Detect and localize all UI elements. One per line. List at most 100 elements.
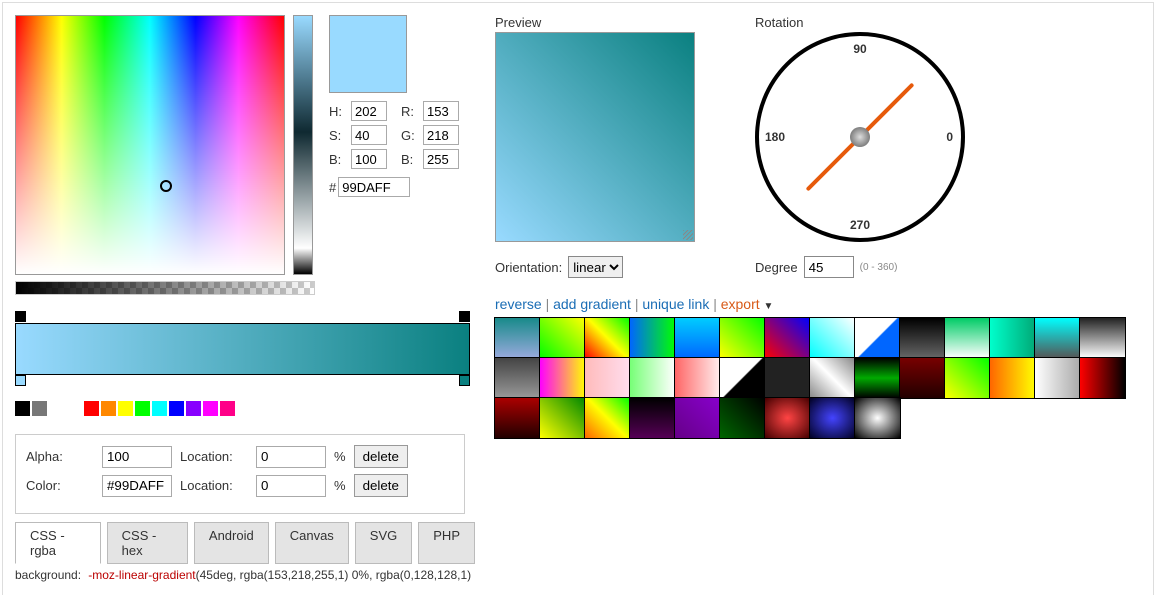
preset-swatch[interactable] (585, 318, 630, 358)
code-prop: background: (15, 568, 81, 582)
tab-svg[interactable]: SVG (355, 522, 412, 564)
preset-swatch[interactable] (855, 358, 900, 398)
alpha-stop-end[interactable] (459, 311, 470, 322)
color-stop-end[interactable] (459, 375, 470, 386)
alpha-value-input[interactable] (102, 446, 172, 468)
alpha-loc-input[interactable] (256, 446, 326, 468)
preset-swatch[interactable] (585, 358, 630, 398)
preset-swatch[interactable] (810, 358, 855, 398)
pct-label-2: % (334, 478, 346, 493)
preset-swatch[interactable] (765, 318, 810, 358)
chevron-down-icon: ▼ (764, 301, 774, 312)
tab-canvas[interactable]: Canvas (275, 522, 349, 564)
preset-swatch[interactable] (675, 318, 720, 358)
add-gradient-link[interactable]: add gradient (553, 296, 631, 312)
preset-swatch[interactable] (630, 358, 675, 398)
preset-swatch[interactable] (855, 398, 900, 438)
palette-swatch[interactable] (169, 401, 184, 416)
s-input[interactable] (351, 125, 387, 145)
preset-swatch[interactable] (990, 358, 1035, 398)
r-input[interactable] (423, 101, 459, 121)
orientation-select[interactable]: linear (568, 256, 623, 278)
palette-swatch[interactable] (135, 401, 150, 416)
preset-swatch[interactable] (1035, 358, 1080, 398)
preset-swatch[interactable] (855, 318, 900, 358)
palette-swatch[interactable] (186, 401, 201, 416)
preset-swatch[interactable] (495, 398, 540, 438)
preset-swatch[interactable] (540, 358, 585, 398)
alpha-stop-start[interactable] (15, 311, 26, 322)
preset-swatch[interactable] (1080, 318, 1125, 358)
color-stop-start[interactable] (15, 375, 26, 386)
preset-swatch[interactable] (810, 398, 855, 438)
preset-swatch[interactable] (585, 398, 630, 438)
tab-css-hex[interactable]: CSS - hex (107, 522, 188, 564)
preset-swatch[interactable] (945, 318, 990, 358)
hash-label: # (329, 180, 336, 195)
tab-css-rgba[interactable]: CSS - rgba (15, 522, 101, 564)
preset-swatch[interactable] (495, 318, 540, 358)
g-input[interactable] (423, 125, 459, 145)
rotation-dial[interactable]: 0 90 180 270 (755, 32, 965, 242)
preset-swatch[interactable] (675, 398, 720, 438)
preset-swatch[interactable] (630, 398, 675, 438)
preset-swatch[interactable] (945, 358, 990, 398)
export-link[interactable]: export (721, 296, 760, 312)
palette-row (15, 401, 475, 416)
alpha-slider[interactable] (15, 281, 315, 295)
preset-swatch[interactable] (720, 318, 765, 358)
degree-input[interactable] (804, 256, 854, 278)
rotation-label: Rotation (755, 15, 965, 30)
sv-cursor-icon (160, 180, 172, 192)
bl-input[interactable] (423, 149, 459, 169)
palette-swatch[interactable] (84, 401, 99, 416)
palette-swatch[interactable] (101, 401, 116, 416)
tab-php[interactable]: PHP (418, 522, 475, 564)
b-label: B: (329, 152, 347, 167)
palette-swatch[interactable] (118, 401, 133, 416)
reverse-link[interactable]: reverse (495, 296, 542, 312)
palette-swatch[interactable] (32, 401, 47, 416)
degree-label: Degree (755, 260, 798, 275)
preview-label: Preview (495, 15, 695, 30)
color-loc-input[interactable] (256, 475, 326, 497)
hue-slider[interactable] (293, 15, 313, 275)
tab-android[interactable]: Android (194, 522, 269, 564)
gradient-bar[interactable] (15, 323, 470, 375)
palette-swatch[interactable] (220, 401, 235, 416)
preset-swatch[interactable] (810, 318, 855, 358)
preset-swatch[interactable] (765, 398, 810, 438)
b-input[interactable] (351, 149, 387, 169)
preset-swatch[interactable] (540, 318, 585, 358)
color-value-input[interactable] (102, 475, 172, 497)
dial-180: 180 (765, 130, 785, 144)
preset-swatch[interactable] (990, 318, 1035, 358)
orientation-label: Orientation: (495, 260, 562, 275)
preset-swatch[interactable] (900, 358, 945, 398)
hex-input[interactable] (338, 177, 410, 197)
preset-swatch[interactable] (720, 358, 765, 398)
preset-swatch[interactable] (1035, 318, 1080, 358)
code-fn: -moz-linear-gradient (88, 568, 195, 582)
preset-swatch[interactable] (630, 318, 675, 358)
delete-color-button[interactable]: delete (354, 474, 408, 497)
saturation-value-area[interactable] (15, 15, 285, 275)
preset-swatch[interactable] (675, 358, 720, 398)
preset-swatch[interactable] (720, 398, 765, 438)
delete-alpha-button[interactable]: delete (354, 445, 408, 468)
palette-swatch[interactable] (15, 401, 30, 416)
dial-hub-icon (850, 127, 870, 147)
preset-swatch[interactable] (540, 398, 585, 438)
color-loc-label: Location: (180, 478, 248, 493)
palette-swatch[interactable] (203, 401, 218, 416)
preset-swatch[interactable] (765, 358, 810, 398)
preset-swatch[interactable] (495, 358, 540, 398)
h-input[interactable] (351, 101, 387, 121)
preset-swatch[interactable] (900, 318, 945, 358)
code-args: (45deg, rgba(153,218,255,1) 0%, rgba(0,1… (196, 568, 475, 582)
palette-swatch[interactable] (152, 401, 167, 416)
dial-0: 0 (946, 130, 953, 144)
palette-swatch[interactable] (49, 401, 64, 416)
unique-link[interactable]: unique link (642, 296, 709, 312)
preset-swatch[interactable] (1080, 358, 1125, 398)
